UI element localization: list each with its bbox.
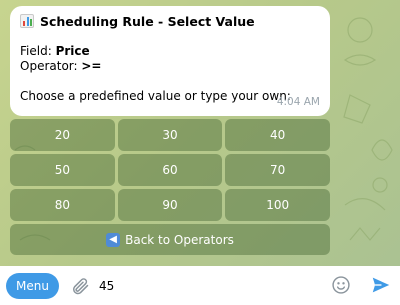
keyboard-row-2: 50 60 70 xyxy=(10,154,331,186)
message-title: Scheduling Rule - Select Value xyxy=(20,13,320,29)
operator-line: Operator: >= xyxy=(20,59,320,74)
field-line: Field: Price xyxy=(20,44,320,59)
value-button-30[interactable]: 30 xyxy=(117,119,223,151)
keyboard-row-3: 80 90 100 xyxy=(10,189,331,221)
message-input[interactable] xyxy=(99,273,309,298)
field-label: Field: xyxy=(20,44,56,58)
value-button-100[interactable]: 100 xyxy=(225,189,331,221)
menu-button[interactable]: Menu xyxy=(6,272,59,299)
message-title-text: Scheduling Rule - Select Value xyxy=(40,13,255,29)
value-button-90[interactable]: 90 xyxy=(117,189,223,221)
paperclip-icon[interactable] xyxy=(69,275,91,297)
back-button-label: Back to Operators xyxy=(125,232,234,247)
value-button-20[interactable]: 20 xyxy=(10,119,115,151)
operator-label: Operator: xyxy=(20,59,82,73)
bot-message-bubble: Scheduling Rule - Select Value Field: Pr… xyxy=(10,6,330,116)
keyboard-row-4: ◀ Back to Operators xyxy=(10,224,330,255)
operator-value: >= xyxy=(81,59,102,73)
bar-chart-emoji-icon xyxy=(20,14,34,28)
prompt-text: Choose a predefined value or type your o… xyxy=(20,89,291,103)
value-button-50[interactable]: 50 xyxy=(10,154,115,186)
chat-area: Scheduling Rule - Select Value Field: Pr… xyxy=(0,0,400,266)
left-arrow-icon: ◀ xyxy=(106,232,121,247)
message-timestamp: 4:04 AM xyxy=(276,96,320,108)
value-button-70[interactable]: 70 xyxy=(225,154,331,186)
value-button-60[interactable]: 60 xyxy=(117,154,223,186)
keyboard-row-1: 20 30 40 xyxy=(10,119,331,151)
inline-keyboard: 20 30 40 50 60 70 80 90 100 ◀ Back to Op… xyxy=(10,119,331,258)
message-input-bar: Menu xyxy=(0,266,400,305)
field-value: Price xyxy=(55,44,90,58)
value-button-40[interactable]: 40 xyxy=(225,119,331,151)
send-icon[interactable] xyxy=(370,274,392,296)
value-button-80[interactable]: 80 xyxy=(10,189,115,221)
back-to-operators-button[interactable]: ◀ Back to Operators xyxy=(10,224,330,255)
emoji-icon[interactable] xyxy=(330,274,352,296)
